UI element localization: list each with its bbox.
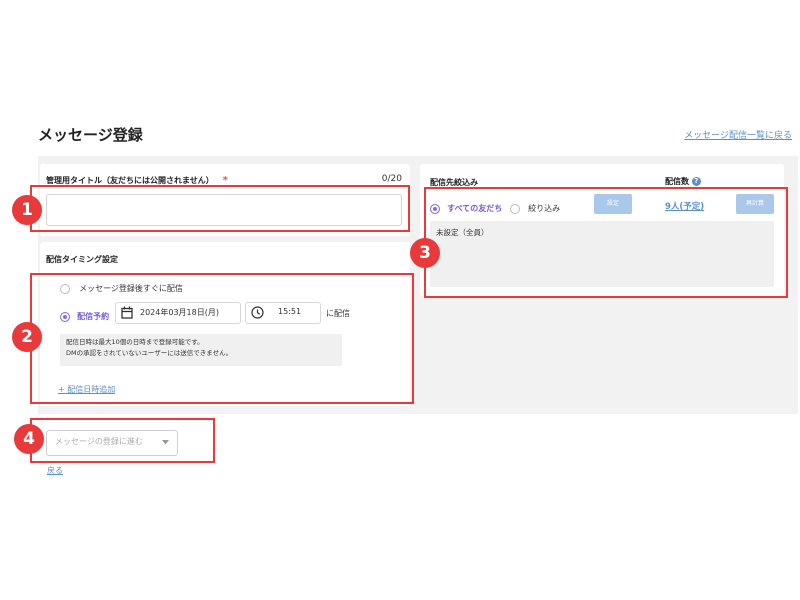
page-title: メッセージ登録 [38,126,143,144]
highlight-box-1 [30,185,410,232]
highlight-box-2 [30,273,414,404]
admin-title-label-text: 管理用タイトル（友だちには公開されません） [46,176,214,185]
title-char-counter: 0/20 [381,174,402,184]
highlight-box-4 [30,418,215,463]
back-to-list-link[interactable]: メッセージ配信一覧に戻る [684,128,792,141]
help-icon[interactable]: ? [691,177,701,186]
annotation-badge-1: 1 [12,195,42,225]
annotation-badge-2: 2 [12,322,42,352]
highlight-box-3 [424,187,788,298]
timing-label: 配信タイミング設定 [46,255,118,264]
annotation-badge-3: 3 [410,238,440,268]
delivery-count-label-text: 配信数 [665,177,689,186]
annotation-badge-4: 4 [14,424,44,454]
delivery-count-label: 配信数 ? [665,176,701,187]
back-link[interactable]: 戻る [47,465,63,476]
